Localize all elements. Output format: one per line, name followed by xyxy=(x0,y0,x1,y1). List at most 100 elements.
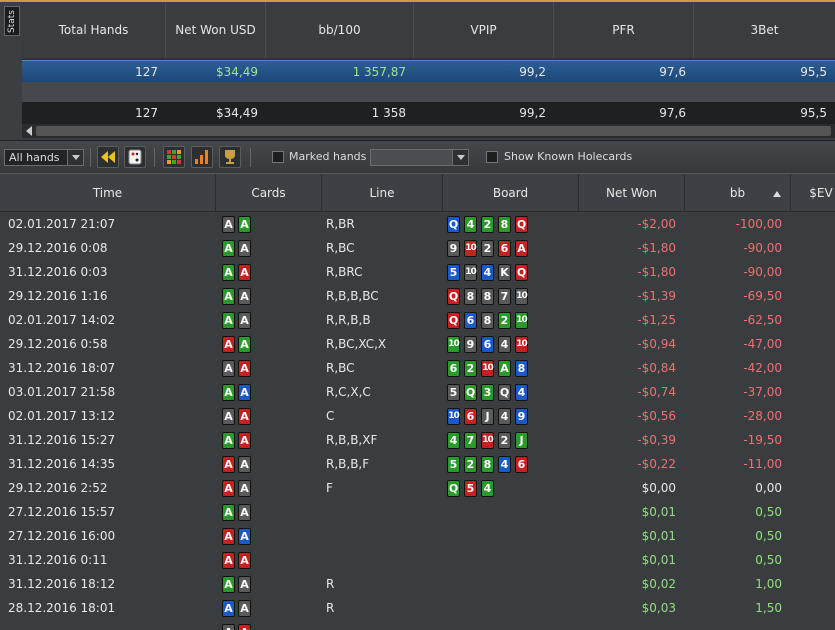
card-rank: 4 xyxy=(449,434,458,447)
table-row[interactable]: 02.01.2017 21:07 A A R,BR Q 4 2 8 Q -$2,00 -100,00 xyxy=(0,212,835,236)
playing-card: A xyxy=(222,600,235,617)
replay-cards-button[interactable] xyxy=(124,146,146,168)
hands-table-body: 02.01.2017 21:07 A A R,BR Q 4 2 8 Q -$2,00 -100,00… xyxy=(0,212,835,630)
playing-card: 5 xyxy=(447,384,460,401)
table-row[interactable]: 27.12.2016 15:57 A A $0,01 0,50 xyxy=(0,500,835,524)
stats-header-pfr[interactable]: PFR xyxy=(554,2,694,58)
table-row[interactable]: 02.01.2017 13:12 A A C 10 6 J 4 9 -$0,56 -28,00 xyxy=(0,404,835,428)
card-rank: J xyxy=(519,434,524,447)
table-row[interactable]: 29.12.2016 0:08 A A R,BC 9 10 2 6 A -$1,80 -90,00 xyxy=(0,236,835,260)
scrollbar-thumb[interactable] xyxy=(36,126,831,136)
sort-ascending-icon xyxy=(773,191,781,197)
stats-header-bb100[interactable]: bb/100 xyxy=(266,2,414,58)
stats-row-summary[interactable]: 127 $34,49 1 358 99,2 97,6 95,5 xyxy=(22,102,835,124)
hand-net-won: -$0,56 xyxy=(637,409,676,423)
hand-time: 27.12.2016 15:57 xyxy=(8,505,116,519)
card-rank: 9 xyxy=(466,338,475,351)
playing-card: A xyxy=(238,600,251,617)
card-rank: A xyxy=(240,362,249,375)
card-rank: 10 xyxy=(482,363,494,373)
card-rank: A xyxy=(240,290,249,303)
playing-card: 4 xyxy=(515,384,528,401)
hand-time: 02.01.2017 14:02 xyxy=(8,313,116,327)
hand-net-won: -$2,00 xyxy=(637,217,676,231)
playing-card: 10 xyxy=(447,336,460,353)
table-row[interactable]: 29.12.2016 0:58 A A R,BC,XC,X 10 9 6 4 10 -$0,94 -… xyxy=(0,332,835,356)
stats-tab[interactable]: Stats xyxy=(4,6,20,36)
column-header-net-won[interactable]: Net Won xyxy=(579,174,685,212)
toolbar-divider xyxy=(250,148,251,167)
table-row[interactable]: 31.12.2016 14:35 A A R,B,B,F 5 2 8 4 6 -$0,22 -11,… xyxy=(0,452,835,476)
grid-icon xyxy=(167,150,181,164)
playing-card: A xyxy=(222,240,235,257)
hand-net-won: -$1,80 xyxy=(637,241,676,255)
column-header-ev[interactable]: $EV xyxy=(791,174,835,212)
hand-net-won xyxy=(579,620,676,630)
column-header-cards[interactable]: Cards xyxy=(216,174,322,212)
table-row[interactable]: 03.01.2017 21:58 A A R,C,X,C 5 Q 3 Q 4 -$0,74 -37,… xyxy=(0,380,835,404)
card-rank: A xyxy=(240,602,249,615)
playing-card: A xyxy=(238,240,251,257)
playing-card: 6 xyxy=(464,312,477,329)
playing-card: A xyxy=(222,288,235,305)
table-row[interactable]: 29.12.2016 1:16 A A R,B,B,BC Q 8 8 7 10 -$1,39 -69… xyxy=(0,284,835,308)
range-grid-button[interactable] xyxy=(163,146,185,168)
card-rank: A xyxy=(240,242,249,255)
card-rank: A xyxy=(223,625,234,630)
stats-header-total-hands[interactable]: Total Hands xyxy=(22,2,166,58)
show-known-holecards-checkbox[interactable] xyxy=(486,151,498,163)
dice-icon xyxy=(128,149,142,165)
hand-net-won: $0,01 xyxy=(641,553,676,567)
table-row[interactable]: 31.12.2016 18:12 A A R $0,02 1,00 xyxy=(0,572,835,596)
trophy-button[interactable] xyxy=(219,146,241,168)
table-row[interactable]: 28.12.2016 18:01 A A R $0,03 1,50 xyxy=(0,596,835,620)
stats-header-3bet[interactable]: 3Bet xyxy=(694,2,835,58)
table-row[interactable]: AA xyxy=(0,620,835,630)
table-row[interactable]: 31.12.2016 18:07 A A R,BC 6 2 10 A 8 -$0,84 -42,00 xyxy=(0,356,835,380)
column-header-board[interactable]: Board xyxy=(443,174,579,212)
stats-row-selected[interactable]: 127 $34,49 1 357,87 99,2 97,6 95,5 xyxy=(22,60,835,82)
card-rank: A xyxy=(240,386,249,399)
table-row[interactable]: 29.12.2016 2:52 A A F Q 5 4 $0,00 0,00 xyxy=(0,476,835,500)
hand-time: 29.12.2016 2:52 xyxy=(8,481,108,495)
hands-filter-value: All hands xyxy=(9,151,60,164)
table-row[interactable]: 31.12.2016 15:27 A A R,B,B,XF 4 7 10 2 J -$0,39 -1… xyxy=(0,428,835,452)
stats-horizontal-scrollbar[interactable] xyxy=(22,124,835,138)
card-rank: A xyxy=(224,602,233,615)
rewind-button[interactable] xyxy=(97,146,119,168)
playing-card: 8 xyxy=(515,360,528,377)
column-header-line[interactable]: Line xyxy=(322,174,443,212)
card-rank: 7 xyxy=(466,434,475,447)
card-rank: 2 xyxy=(500,434,509,447)
card-rank: 4 xyxy=(466,218,475,231)
playing-card: 6 xyxy=(498,240,511,257)
card-rank: A xyxy=(240,410,249,423)
playing-card: 2 xyxy=(481,240,494,257)
marked-hands-label: Marked hands xyxy=(289,150,367,163)
table-row[interactable]: 02.01.2017 14:02 A A R,R,B,B Q 6 8 2 10 -$1,25 -62… xyxy=(0,308,835,332)
hands-filter-dropdown[interactable]: All hands xyxy=(4,149,84,166)
column-header-bb[interactable]: bb xyxy=(685,174,791,212)
table-row[interactable]: 27.12.2016 16:00 A A $0,01 0,50 xyxy=(0,524,835,548)
playing-card: A xyxy=(238,408,251,425)
scroll-left-arrow-icon[interactable] xyxy=(26,126,32,136)
stats-row-spacer xyxy=(22,82,835,102)
table-row[interactable]: 31.12.2016 0:11 A A $0,01 0,50 xyxy=(0,548,835,572)
marked-hands-checkbox[interactable] xyxy=(272,151,284,163)
bar-chart-button[interactable] xyxy=(191,146,213,168)
column-header-time[interactable]: Time xyxy=(0,174,216,212)
playing-card: 9 xyxy=(464,336,477,353)
hand-net-won: $0,01 xyxy=(641,505,676,519)
card-rank: 2 xyxy=(500,314,509,327)
playing-card: 8 xyxy=(464,288,477,305)
playing-card: K xyxy=(498,264,511,281)
card-rank: 6 xyxy=(517,458,526,471)
hand-bb: 0,00 xyxy=(755,481,782,495)
stats-header-vpip[interactable]: VPIP xyxy=(414,2,554,58)
stats-header-net-won[interactable]: Net Won USD xyxy=(166,2,266,58)
trophy-icon xyxy=(225,150,235,164)
marked-hands-dropdown[interactable] xyxy=(370,149,469,166)
playing-card: A xyxy=(222,216,235,233)
playing-card: A xyxy=(222,384,235,401)
table-row[interactable]: 31.12.2016 0:03 A A R,BRC 5 10 4 K Q -$1,80 -90,00 xyxy=(0,260,835,284)
